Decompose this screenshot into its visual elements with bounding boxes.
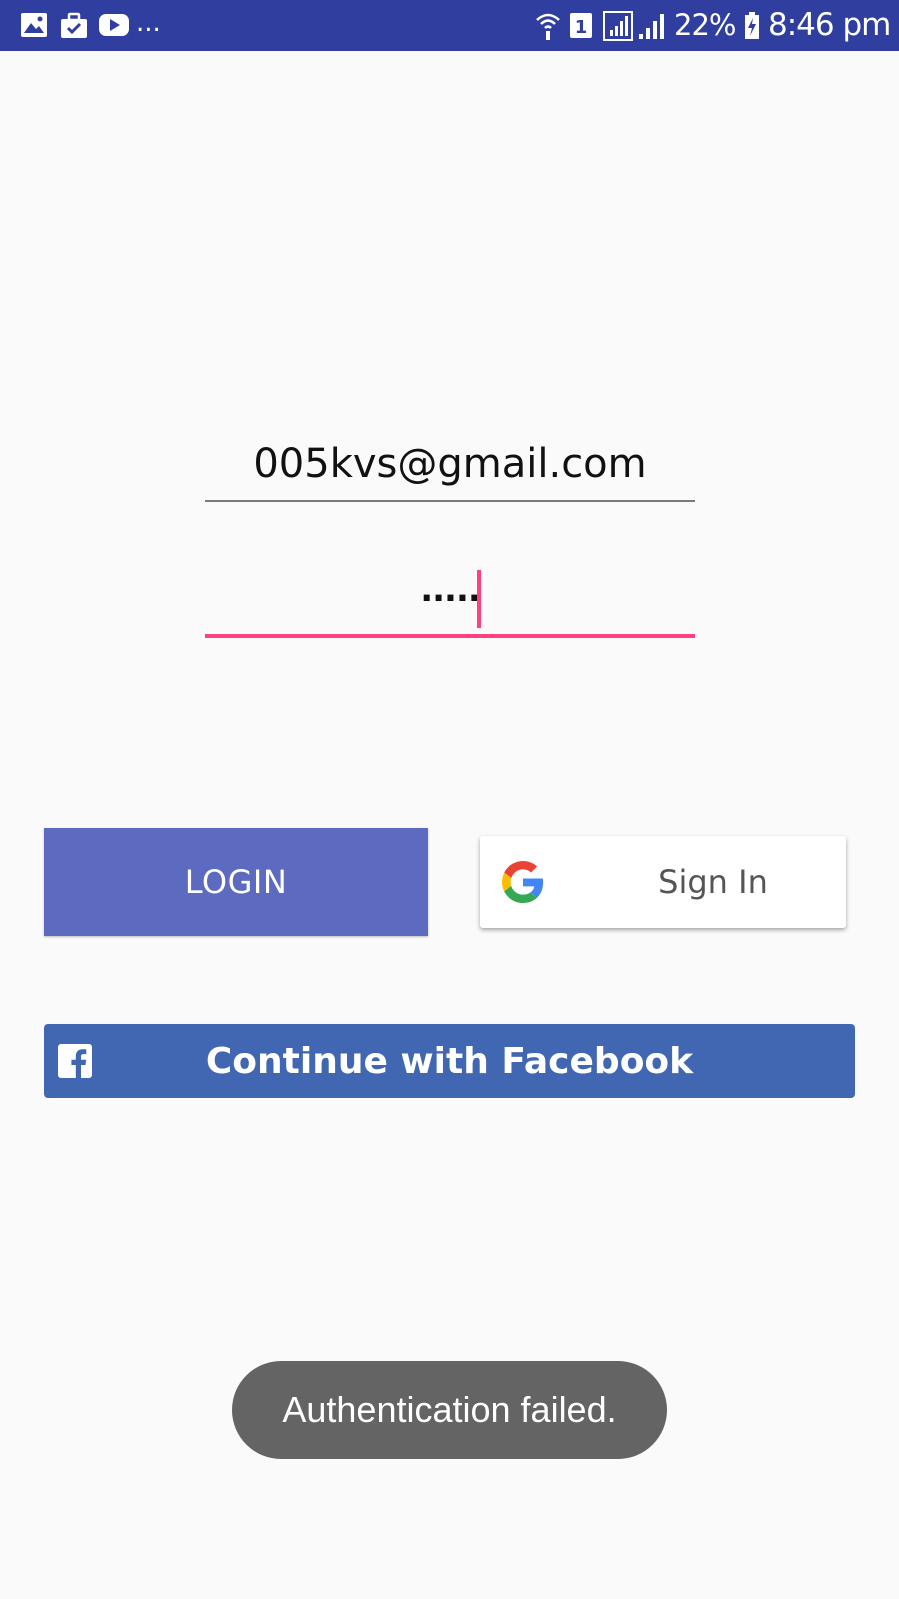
more-notifications-indicator: ... (136, 8, 161, 38)
login-screen: ... 1 22% 8:46 pm 005kvs@gmail.com .....… (0, 0, 899, 1599)
status-bar: ... 1 22% 8:46 pm (0, 0, 899, 51)
google-icon (502, 861, 544, 907)
google-sign-in-label: Sign In (658, 863, 768, 901)
toast-text: Authentication failed. (282, 1389, 617, 1430)
battery-charging-icon (744, 12, 760, 44)
text-cursor (477, 570, 481, 628)
gallery-icon (20, 12, 48, 42)
sim-card-icon: 1 (569, 12, 593, 43)
facebook-login-label: Continue with Facebook (205, 1040, 694, 1082)
signal-bars-icon (638, 12, 668, 44)
login-button[interactable]: LOGIN (44, 828, 428, 936)
battery-percentage: 22% (674, 8, 736, 42)
toast-message: Authentication failed. (232, 1361, 667, 1459)
status-time: 8:46 pm (768, 7, 891, 43)
svg-text:1: 1 (575, 17, 588, 38)
facebook-login-button[interactable]: Continue with Facebook (44, 1024, 855, 1098)
briefcase-icon (59, 12, 89, 44)
password-field[interactable]: ..... (205, 560, 695, 638)
signal-strength-icon (603, 11, 633, 45)
wifi-calling-icon (535, 11, 561, 45)
email-field[interactable]: 005kvs@gmail.com (205, 430, 695, 502)
email-value: 005kvs@gmail.com (253, 441, 647, 487)
login-button-label: LOGIN (184, 863, 288, 901)
youtube-icon (98, 12, 130, 42)
password-value: ..... (420, 570, 481, 610)
google-sign-in-button[interactable]: Sign In (480, 836, 846, 928)
